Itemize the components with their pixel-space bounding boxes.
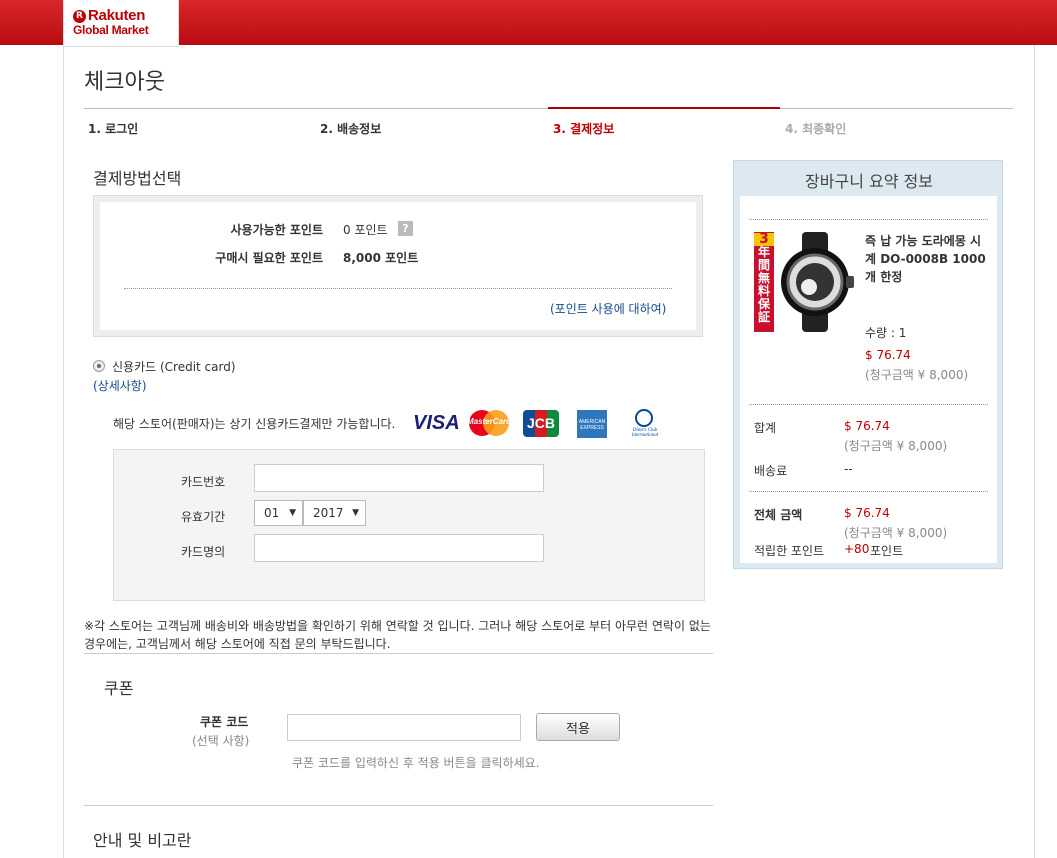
page-title: 체크아웃 (84, 70, 165, 95)
earned-points-label: 적립한 포인트 (754, 544, 825, 558)
mastercard-logo: MasterCard (467, 409, 511, 437)
visa-logo: VISA (413, 412, 460, 434)
card-form: 카드번호 유효기간 01 ▼ 2017 ▼ 카드명의 (113, 449, 705, 601)
step-confirm: 4. 최종확인 (785, 122, 847, 136)
info-notes-heading: 안내 및 비고란 (93, 831, 192, 850)
required-points-value: 8,000 포인트 (343, 251, 419, 265)
rakuten-logo[interactable]: R Rakuten Global Market (63, 0, 179, 47)
warranty-badge-char: 証 (757, 310, 770, 324)
content-border-left (63, 45, 64, 858)
points-usage-link[interactable]: (포인트 사용에 대하여) (550, 300, 666, 317)
subtotal-label: 합계 (754, 421, 777, 435)
card-number-label: 카드번호 (181, 475, 226, 489)
product-price: $ 76.74 (865, 348, 911, 362)
jcb-logo: JCB (523, 410, 559, 437)
mastercard-logo-text: MasterCard (467, 417, 512, 426)
divider (84, 805, 713, 806)
coupon-code-label: 쿠폰 코드 (200, 715, 249, 729)
coupon-optional-label: (선택 사항) (192, 734, 250, 748)
jcb-logo-text: JCB (526, 415, 555, 431)
divider (749, 491, 988, 492)
card-notice: 해당 스토어(판매자)는 상기 신용카드결제만 가능합니다. (113, 417, 396, 431)
expiry-year-value: 2017 (313, 506, 344, 520)
total-label: 전체 금액 (754, 508, 803, 522)
expiry-month-select[interactable]: 01 ▼ (254, 500, 303, 526)
active-step-indicator (548, 107, 780, 109)
logo-text-rakuten: Rakuten (88, 7, 146, 24)
points-box: 사용가능한 포인트 0 포인트 ? 구매시 필요한 포인트 8,000 포인트 … (93, 195, 703, 337)
step-payment: 3. 결제정보 (553, 122, 615, 136)
chevron-down-icon: ▼ (289, 508, 296, 518)
earned-points-value: +80 (844, 542, 870, 556)
card-number-input[interactable] (254, 464, 544, 492)
divider (124, 288, 672, 289)
logo-text-global-market: Global Market (73, 23, 149, 37)
divider (749, 219, 988, 220)
cart-summary-title: 장바구니 요약 정보 (805, 172, 933, 191)
step-login: 1. 로그인 (88, 122, 139, 136)
coupon-hint: 쿠폰 코드를 입력하신 후 적용 버튼을 클릭하세요. (292, 756, 540, 770)
subtotal-billed: (청구금액 ¥ 8,000) (844, 439, 948, 453)
apply-coupon-button[interactable]: 적용 (536, 713, 620, 741)
chevron-down-icon: ▼ (352, 508, 359, 518)
shipping-label: 배송료 (754, 464, 788, 478)
content-border-right (1034, 45, 1035, 858)
amex-logo: AMERICAN EXPRESS (577, 410, 607, 438)
required-points-label: 구매시 필요한 포인트 (215, 251, 323, 265)
coupon-code-input[interactable] (287, 714, 521, 741)
card-name-input[interactable] (254, 534, 544, 562)
step-shipping: 2. 배송정보 (320, 122, 382, 136)
credit-card-radio[interactable] (93, 360, 105, 372)
warranty-badge: 3 年 間 無 料 保 証 (754, 232, 774, 332)
rakuten-r-mark: R (73, 10, 86, 23)
payment-method-heading: 결제방법선택 (93, 169, 182, 188)
total-value: $ 76.74 (844, 506, 890, 520)
diners-logo-text: Diners Club International (631, 428, 659, 438)
shipping-value: -- (844, 462, 853, 476)
product-image[interactable]: 3 年 間 無 料 保 証 (754, 232, 856, 332)
details-link[interactable]: (상세사항) (93, 377, 147, 394)
card-name-label: 카드명의 (181, 545, 226, 559)
coupon-heading: 쿠폰 (104, 679, 134, 698)
help-icon[interactable]: ? (398, 221, 413, 236)
earned-points-unit: 포인트 (870, 544, 904, 558)
credit-card-label[interactable]: 신용카드 (Credit card) (112, 358, 236, 375)
subtotal-value: $ 76.74 (844, 419, 890, 433)
quantity: 수량 : 1 (865, 326, 907, 340)
store-contact-notice: ※각 스토어는 고객님께 배송비와 배송방법을 확인하기 위해 연락할 것 입니… (84, 619, 711, 651)
available-points-label: 사용가능한 포인트 (230, 223, 324, 237)
expiry-month-value: 01 (264, 506, 280, 520)
watch-image (781, 232, 854, 332)
total-billed: (청구금액 ¥ 8,000) (844, 526, 948, 540)
divider (84, 653, 713, 654)
cart-summary-panel: 장바구니 요약 정보 3 年 間 無 料 保 証 즉 납 가능 도라에몽 시계 (733, 160, 1003, 569)
expiry-label: 유효기간 (181, 510, 226, 524)
product-price-billed: (청구금액 ¥ 8,000) (865, 368, 969, 382)
product-name-link[interactable]: 즉 납 가능 도라에몽 시계 DO-0008B 1000개 한정 (865, 232, 990, 286)
expiry-year-select[interactable]: 2017 ▼ (303, 500, 366, 526)
diners-logo: Diners Club International (621, 408, 669, 438)
available-points-value: 0 포인트 (343, 223, 388, 237)
divider (749, 404, 988, 405)
